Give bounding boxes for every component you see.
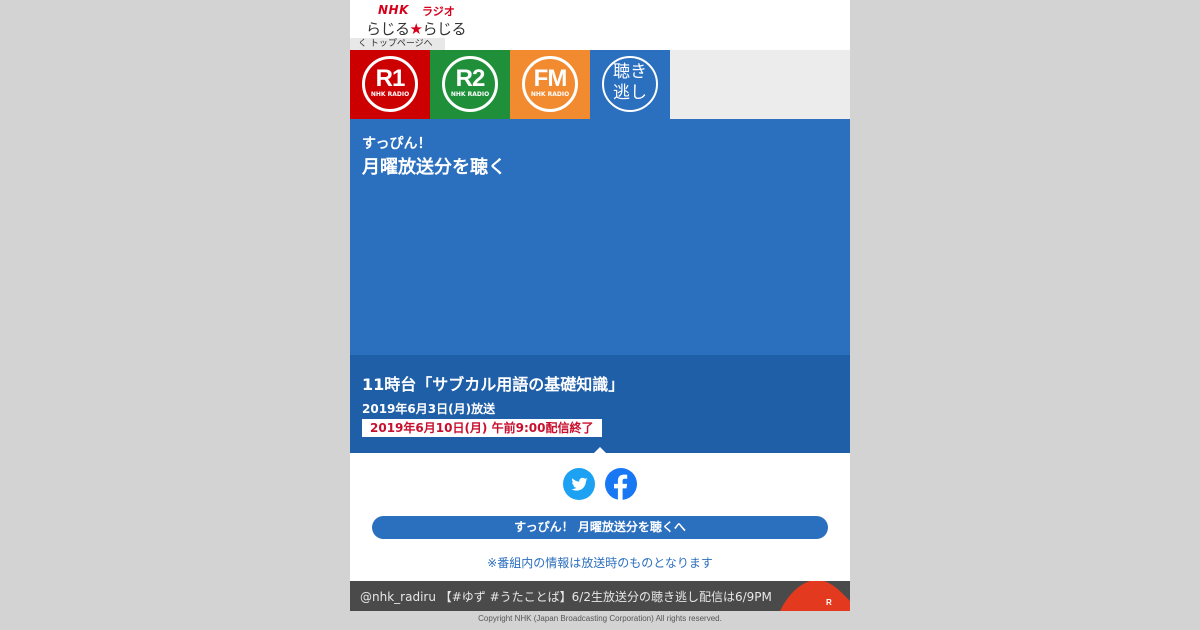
tab-fm[interactable]: FM NHK RADIO <box>510 50 590 119</box>
info-note: ※番組内の情報は放送時のものとなります <box>487 556 713 570</box>
episode-panel: 11時台「サブカル用語の基礎知識」 2019年6月3日(月)放送 2019年6月… <box>350 355 850 453</box>
logo-radio: ラジオ <box>422 5 455 18</box>
rajiru-logo[interactable]: NHK ラジオ らじる★らじる <box>366 3 476 39</box>
r1-icon: R1 NHK RADIO <box>362 56 418 112</box>
station-tabs: R1 NHK RADIO R2 NHK RADIO FM NHK RADIO 聴… <box>350 50 850 119</box>
hero-panel: すっぴん！ 月曜放送分を聴く <box>350 119 850 355</box>
svg-text:R: R <box>826 598 832 607</box>
twitter-icon <box>571 477 588 491</box>
tab-kikinogashi[interactable]: 聴き 逃し <box>590 50 670 119</box>
twitter-share-button[interactable] <box>563 468 595 500</box>
tab-r1[interactable]: R1 NHK RADIO <box>350 50 430 119</box>
news-ticker[interactable]: @nhk_radiru 【#ゆず #うたことば】6/2生放送分の聴き逃し配信は6… <box>350 581 850 611</box>
page-title: 月曜放送分を聴く <box>362 157 506 178</box>
header: NHK ラジオ らじる★らじる く トップページへ <box>350 0 850 50</box>
copyright: Copyright NHK (Japan Broadcasting Corpor… <box>478 614 722 623</box>
fm-icon: FM NHK RADIO <box>522 56 578 112</box>
logo-nhk: NHK <box>378 3 409 17</box>
page-container: NHK ラジオ らじる★らじる く トップページへ R1 NHK RADIO R… <box>350 0 850 630</box>
ticker-text[interactable]: @nhk_radiru 【#ゆず #うたことば】6/2生放送分の聴き逃し配信は6… <box>360 588 772 605</box>
listen-monday-button[interactable]: すっぴん！ 月曜放送分を聴くへ <box>372 516 828 539</box>
mascot-icon: R <box>780 581 850 611</box>
r2-icon: R2 NHK RADIO <box>442 56 498 112</box>
facebook-icon <box>614 474 628 500</box>
expiry-badge: 2019年6月10日(月) 午前9:00配信終了 <box>362 419 602 437</box>
program-name: すっぴん！ <box>362 136 432 152</box>
broadcast-date: 2019年6月3日(月)放送 <box>362 402 496 416</box>
back-to-top-link[interactable]: く トップページへ <box>350 38 445 50</box>
episode-title: 11時台「サブカル用語の基礎知識」 <box>362 375 625 394</box>
logo-rajiru: らじる★らじる <box>366 20 466 38</box>
facebook-share-button[interactable] <box>605 468 637 500</box>
star-icon: ★ <box>409 20 423 38</box>
tab-r2[interactable]: R2 NHK RADIO <box>430 50 510 119</box>
lower-section: すっぴん！ 月曜放送分を聴くへ ※番組内の情報は放送時のものとなります <box>350 453 850 581</box>
kikinogashi-icon: 聴き 逃し <box>602 56 658 112</box>
